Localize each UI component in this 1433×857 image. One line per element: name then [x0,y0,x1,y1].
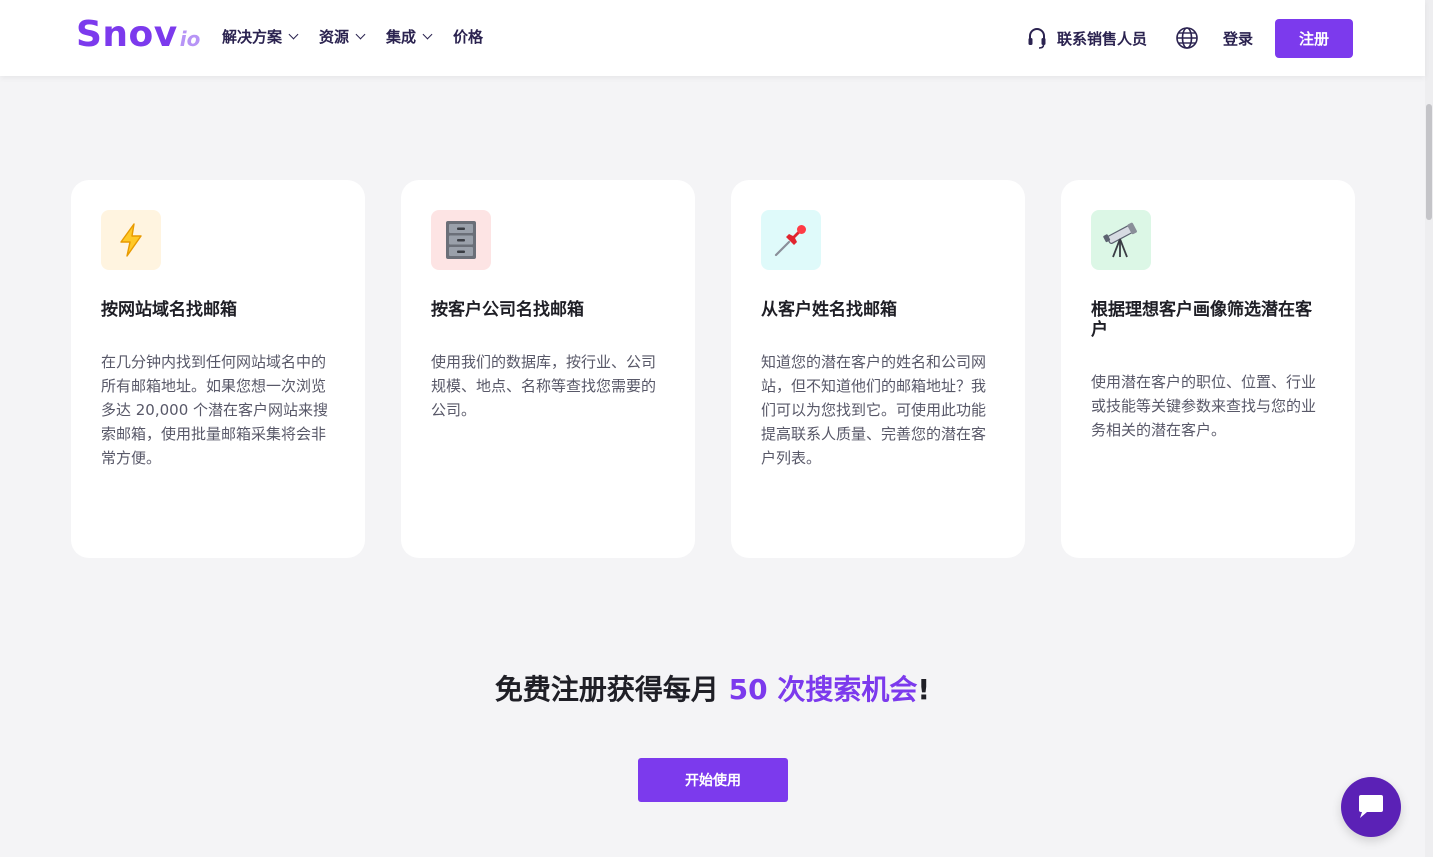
logo-sub-text: io [179,27,201,51]
nav-item-resources[interactable]: 资源 [319,27,366,47]
header-actions: 联系销售人员 登录 注册 [1027,18,1353,58]
chevron-down-icon [422,29,433,40]
chat-bubble-icon [1359,795,1383,818]
nav-item-pricing[interactable]: 价格 [453,27,483,47]
cta-heading-highlight: 50 次搜索机会 [728,673,918,706]
card-title: 按客户公司名找邮箱 [431,300,584,320]
contact-sales-link[interactable]: 联系销售人员 [1027,27,1147,49]
card-title: 按网站域名找邮箱 [101,300,237,320]
nav-item-label: 解决方案 [222,28,283,46]
cta-heading-prefix: 免费注册获得每月 [494,673,729,706]
card-title: 根据理想客户画像筛选潜在客户 [1091,300,1312,340]
get-started-button[interactable]: 开始使用 [638,758,788,802]
nav-item-integrations[interactable]: 集成 [386,27,433,47]
nav-item-solutions[interactable]: 解决方案 [222,27,299,47]
globe-icon[interactable] [1175,26,1199,50]
headset-icon [1028,28,1046,49]
nav-item-label: 集成 [386,28,417,46]
card-description: 知道您的潜在客户的姓名和公司网站，但不知道他们的邮箱地址？我们可以为您找到它。可… [761,353,987,467]
scrollbar-thumb[interactable] [1426,104,1432,220]
chevron-down-icon [288,29,299,40]
cta-heading-suffix: ! [917,673,931,706]
site-header: Snov io 解决方案 资源 集成 价格 联系销售人员 登录 注册 [0,0,1425,76]
feature-cards: 按网站域名找邮箱 在几分钟内找到任何网站域名中的所有邮箱地址。如果您想一次浏览多… [71,180,1355,558]
file-cabinet-icon [431,210,491,270]
card-description: 在几分钟内找到任何网站域名中的所有邮箱地址。如果您想一次浏览多达 20,000 … [101,353,329,467]
nav-item-label: 资源 [319,28,350,46]
feature-card-domain-search: 按网站域名找邮箱 在几分钟内找到任何网站域名中的所有邮箱地址。如果您想一次浏览多… [71,180,365,558]
main-nav: 解决方案 资源 集成 价格 [222,27,505,47]
nav-item-label: 价格 [453,28,484,46]
lightning-icon [101,210,161,270]
feature-card-name-search: 从客户姓名找邮箱 知道您的潜在客户的姓名和公司网站，但不知道他们的邮箱地址？我们… [731,180,1025,558]
page-scrollbar[interactable] [1425,0,1433,857]
cta-heading: 免费注册获得每月 50 次搜索机会! [0,668,1425,712]
login-link[interactable]: 登录 [1223,28,1253,49]
feature-card-company-search: 按客户公司名找邮箱 使用我们的数据库，按行业、公司规模、地点、名称等查找您需要的… [401,180,695,558]
contact-sales-label: 联系销售人员 [1056,29,1147,48]
card-description: 使用我们的数据库，按行业、公司规模、地点、名称等查找您需要的公司。 [431,353,657,419]
pushpin-icon [761,210,821,270]
telescope-icon [1091,210,1151,270]
snovio-logo[interactable]: Snov io [76,14,200,55]
feature-card-icp-filter: 根据理想客户画像筛选潜在客户 使用潜在客户的职位、位置、行业或技能等关键参数来查… [1061,180,1355,558]
signup-button[interactable]: 注册 [1275,18,1353,58]
chevron-down-icon [355,29,366,40]
chat-widget-button[interactable] [1341,777,1401,837]
card-description: 使用潜在客户的职位、位置、行业或技能等关键参数来查找与您的业务相关的潜在客户。 [1091,373,1317,439]
logo-main-text: Snov [76,14,178,55]
card-title: 从客户姓名找邮箱 [761,300,897,320]
